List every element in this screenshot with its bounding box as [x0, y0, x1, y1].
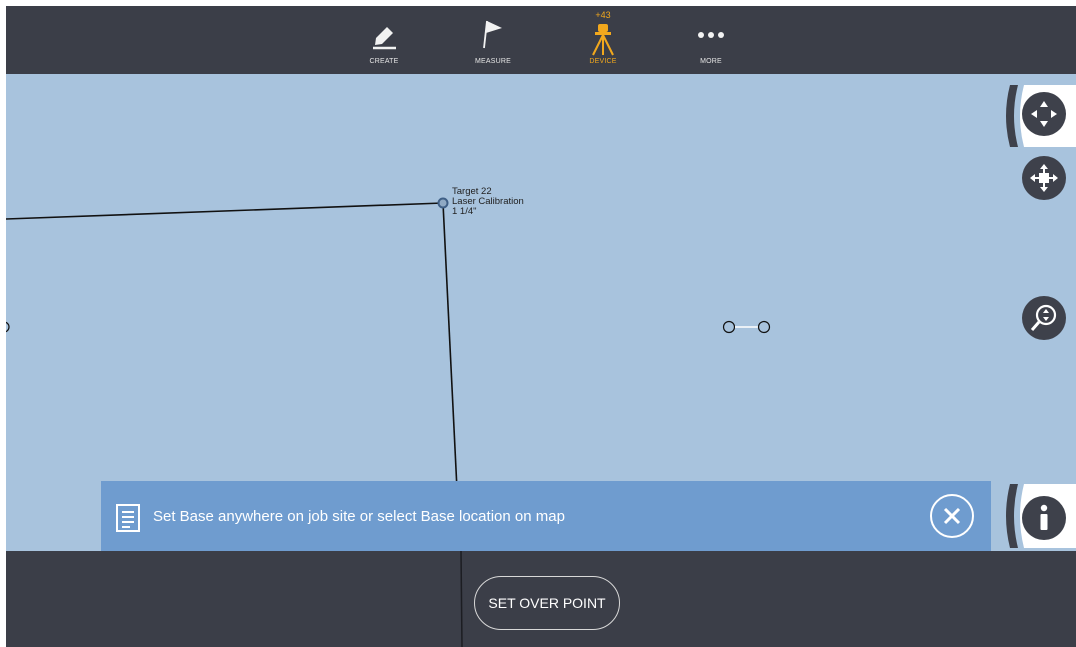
- device-tool[interactable]: +43 DEVICE: [563, 6, 643, 74]
- bottom-action-bar: SET OVER POINT: [6, 551, 1076, 647]
- more-label: MORE: [700, 58, 722, 65]
- pencil-icon: [373, 27, 396, 50]
- map-linework: [6, 197, 771, 551]
- more-tool[interactable]: MORE: [671, 6, 751, 74]
- base-marker-right[interactable]: [757, 320, 771, 334]
- set-over-point-button[interactable]: SET OVER POINT: [474, 576, 620, 630]
- target-point-marker[interactable]: [437, 197, 449, 209]
- top-toolbar: CREATE MEASURE +43 DEVICE MORE: [6, 6, 1076, 74]
- flag-icon: [483, 20, 502, 49]
- banner-close-button[interactable]: [930, 494, 974, 538]
- target-offset: 1 1/4": [452, 206, 477, 217]
- device-label: DEVICE: [589, 58, 617, 65]
- info-icon: [1040, 504, 1048, 530]
- navigation-arrows-icon: [1031, 101, 1057, 127]
- create-label: CREATE: [369, 58, 399, 65]
- boundary-line-horizontal: [6, 202, 444, 220]
- info-button[interactable]: [1022, 496, 1066, 540]
- close-icon: [943, 507, 961, 525]
- target-point-label: Target 22 Laser Calibration 1 1/4": [452, 187, 524, 217]
- tripod-icon: [592, 24, 614, 56]
- app-frame: CREATE MEASURE +43 DEVICE MORE Target 22…: [6, 6, 1076, 647]
- zoom-icon: [1030, 304, 1057, 331]
- document-icon: [116, 504, 140, 532]
- device-badge: +43: [595, 10, 611, 20]
- more-dots-icon: [698, 32, 724, 38]
- measure-tool[interactable]: MEASURE: [453, 6, 533, 74]
- move-button[interactable]: [1022, 156, 1066, 200]
- measure-label: MEASURE: [474, 58, 512, 65]
- map-canvas[interactable]: Target 22 Laser Calibration 1 1/4": [6, 74, 1076, 551]
- banner-message: Set Base anywhere on job site or select …: [153, 508, 565, 525]
- zoom-button[interactable]: [1022, 296, 1066, 340]
- create-tool[interactable]: CREATE: [344, 6, 424, 74]
- move-icon: [1030, 164, 1058, 192]
- partial-point-marker[interactable]: [6, 321, 10, 333]
- navigation-button[interactable]: [1022, 92, 1066, 136]
- info-banner: Set Base anywhere on job site or select …: [101, 481, 991, 551]
- base-marker-left[interactable]: [722, 320, 736, 334]
